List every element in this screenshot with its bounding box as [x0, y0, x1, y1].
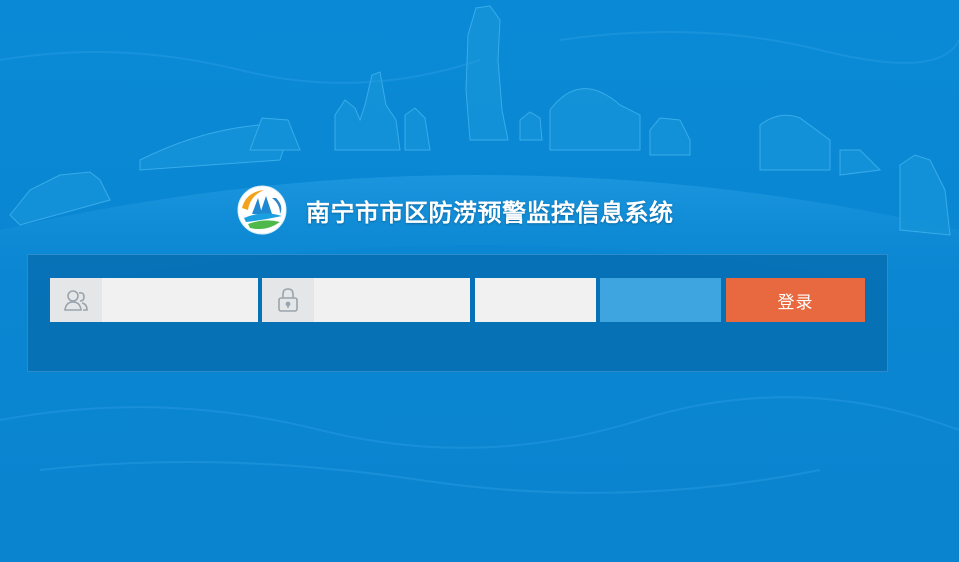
- username-field[interactable]: [50, 278, 258, 322]
- page-title: 南宁市市区防涝预警监控信息系统: [306, 198, 674, 227]
- login-button[interactable]: 登录: [726, 278, 865, 322]
- password-field[interactable]: [262, 278, 470, 322]
- password-icon-box: [262, 278, 314, 322]
- captcha-field[interactable]: [475, 278, 596, 322]
- lock-icon: [278, 288, 298, 312]
- username-input[interactable]: [102, 278, 258, 322]
- user-icon: [64, 290, 88, 311]
- header: 南宁市市区防涝预警监控信息系统: [236, 184, 674, 236]
- logo-icon: [237, 185, 287, 235]
- captcha-input[interactable]: [475, 278, 596, 322]
- username-icon-box: [50, 278, 102, 322]
- captcha-image[interactable]: [600, 278, 721, 322]
- password-input[interactable]: [314, 278, 470, 322]
